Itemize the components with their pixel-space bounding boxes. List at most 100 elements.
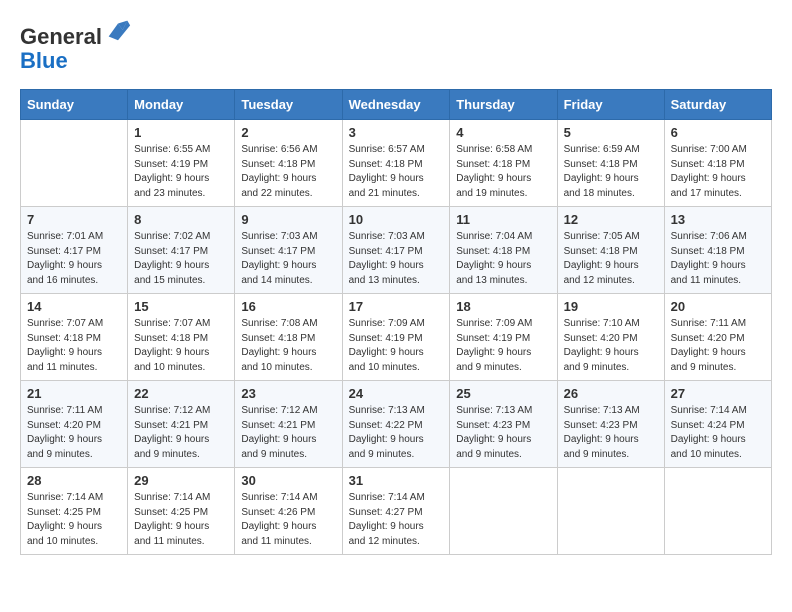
day-info: Sunrise: 7:14 AMSunset: 4:26 PMDaylight:… — [241, 491, 335, 549]
day-number: 9 — [241, 212, 335, 227]
day-info: Sunrise: 6:57 AMSunset: 4:18 PMDaylight:… — [349, 143, 444, 201]
day-info: Sunrise: 6:55 AMSunset: 4:19 PMDaylight:… — [134, 143, 228, 201]
calendar-cell — [664, 468, 771, 555]
day-info: Sunrise: 7:13 AMSunset: 4:23 PMDaylight:… — [564, 404, 658, 462]
day-info: Sunrise: 7:04 AMSunset: 4:18 PMDaylight:… — [456, 230, 550, 288]
day-info: Sunrise: 7:09 AMSunset: 4:19 PMDaylight:… — [349, 317, 444, 375]
day-info: Sunrise: 7:03 AMSunset: 4:17 PMDaylight:… — [241, 230, 335, 288]
calendar-cell: 29 Sunrise: 7:14 AMSunset: 4:25 PMDayligh… — [128, 468, 235, 555]
day-number: 19 — [564, 299, 658, 314]
calendar-cell: 11 Sunrise: 7:04 AMSunset: 4:18 PMDayligh… — [450, 207, 557, 294]
calendar-cell: 22Sunrise: 7:12 AMSunset: 4:21 PMDayligh… — [128, 381, 235, 468]
day-info: Sunrise: 7:00 AMSunset: 4:18 PMDaylight:… — [671, 143, 765, 201]
column-header-friday: Friday — [557, 90, 664, 120]
calendar-cell: 25 Sunrise: 7:13 AMSunset: 4:23 PMDayligh… — [450, 381, 557, 468]
column-header-tuesday: Tuesday — [235, 90, 342, 120]
calendar-cell: 23 Sunrise: 7:12 AMSunset: 4:21 PMDayligh… — [235, 381, 342, 468]
day-info: Sunrise: 6:58 AMSunset: 4:18 PMDaylight:… — [456, 143, 550, 201]
column-header-saturday: Saturday — [664, 90, 771, 120]
day-number: 12 — [564, 212, 658, 227]
day-info: Sunrise: 6:56 AMSunset: 4:18 PMDaylight:… — [241, 143, 335, 201]
day-number: 30 — [241, 473, 335, 488]
day-number: 7 — [27, 212, 121, 227]
calendar-week-4: 21 Sunrise: 7:11 AMSunset: 4:20 PMDayligh… — [21, 381, 772, 468]
day-info: Sunrise: 7:11 AMSunset: 4:20 PMDaylight:… — [27, 404, 121, 462]
day-number: 11 — [456, 212, 550, 227]
day-number: 14 — [27, 299, 121, 314]
day-number: 13 — [671, 212, 765, 227]
calendar-cell: 21 Sunrise: 7:11 AMSunset: 4:20 PMDayligh… — [21, 381, 128, 468]
day-number: 16 — [241, 299, 335, 314]
day-number: 20 — [671, 299, 765, 314]
calendar-cell: 16 Sunrise: 7:08 AMSunset: 4:18 PMDayligh… — [235, 294, 342, 381]
day-number: 17 — [349, 299, 444, 314]
day-info: Sunrise: 7:14 AMSunset: 4:24 PMDaylight:… — [671, 404, 765, 462]
day-info: Sunrise: 7:12 AMSunset: 4:21 PMDaylight:… — [241, 404, 335, 462]
calendar-cell: 12Sunrise: 7:05 AMSunset: 4:18 PMDayligh… — [557, 207, 664, 294]
logo-general: General — [20, 24, 102, 49]
day-number: 21 — [27, 386, 121, 401]
day-number: 29 — [134, 473, 228, 488]
day-info: Sunrise: 7:10 AMSunset: 4:20 PMDaylight:… — [564, 317, 658, 375]
calendar-week-5: 28 Sunrise: 7:14 AMSunset: 4:25 PMDayligh… — [21, 468, 772, 555]
day-info: Sunrise: 7:14 AMSunset: 4:25 PMDaylight:… — [134, 491, 228, 549]
day-info: Sunrise: 7:09 AMSunset: 4:19 PMDaylight:… — [456, 317, 550, 375]
calendar-header-row: SundayMondayTuesdayWednesdayThursdayFrid… — [21, 90, 772, 120]
calendar-cell: 31 Sunrise: 7:14 AMSunset: 4:27 PMDayligh… — [342, 468, 450, 555]
day-number: 1 — [134, 125, 228, 140]
day-info: Sunrise: 7:02 AMSunset: 4:17 PMDaylight:… — [134, 230, 228, 288]
day-info: Sunrise: 7:12 AMSunset: 4:21 PMDaylight:… — [134, 404, 228, 462]
day-number: 23 — [241, 386, 335, 401]
column-header-monday: Monday — [128, 90, 235, 120]
calendar-body: 1 Sunrise: 6:55 AMSunset: 4:19 PMDaylight… — [21, 120, 772, 555]
calendar-cell: 10 Sunrise: 7:03 AMSunset: 4:17 PMDayligh… — [342, 207, 450, 294]
page-header: General Blue — [20, 20, 772, 73]
day-number: 6 — [671, 125, 765, 140]
calendar-cell: 30 Sunrise: 7:14 AMSunset: 4:26 PMDayligh… — [235, 468, 342, 555]
day-number: 25 — [456, 386, 550, 401]
calendar-cell: 24 Sunrise: 7:13 AMSunset: 4:22 PMDayligh… — [342, 381, 450, 468]
calendar-week-3: 14 Sunrise: 7:07 AMSunset: 4:18 PMDayligh… — [21, 294, 772, 381]
calendar-cell: 2Sunrise: 6:56 AMSunset: 4:18 PMDaylight… — [235, 120, 342, 207]
calendar-cell — [21, 120, 128, 207]
calendar-cell: 15Sunrise: 7:07 AMSunset: 4:18 PMDayligh… — [128, 294, 235, 381]
calendar-cell: 19 Sunrise: 7:10 AMSunset: 4:20 PMDayligh… — [557, 294, 664, 381]
day-info: Sunrise: 7:13 AMSunset: 4:23 PMDaylight:… — [456, 404, 550, 462]
calendar-cell: 9 Sunrise: 7:03 AMSunset: 4:17 PMDaylight… — [235, 207, 342, 294]
day-number: 5 — [564, 125, 658, 140]
logo-blue: Blue — [20, 48, 68, 73]
calendar-cell: 13Sunrise: 7:06 AMSunset: 4:18 PMDayligh… — [664, 207, 771, 294]
day-info: Sunrise: 7:08 AMSunset: 4:18 PMDaylight:… — [241, 317, 335, 375]
column-header-thursday: Thursday — [450, 90, 557, 120]
day-info: Sunrise: 7:11 AMSunset: 4:20 PMDaylight:… — [671, 317, 765, 375]
day-info: Sunrise: 7:13 AMSunset: 4:22 PMDaylight:… — [349, 404, 444, 462]
calendar-cell: 26 Sunrise: 7:13 AMSunset: 4:23 PMDayligh… — [557, 381, 664, 468]
day-info: Sunrise: 7:14 AMSunset: 4:25 PMDaylight:… — [27, 491, 121, 549]
logo: General Blue — [20, 20, 132, 73]
day-number: 24 — [349, 386, 444, 401]
day-number: 31 — [349, 473, 444, 488]
day-number: 3 — [349, 125, 444, 140]
calendar-table: SundayMondayTuesdayWednesdayThursdayFrid… — [20, 89, 772, 555]
calendar-cell: 6 Sunrise: 7:00 AMSunset: 4:18 PMDaylight… — [664, 120, 771, 207]
calendar-week-1: 1 Sunrise: 6:55 AMSunset: 4:19 PMDaylight… — [21, 120, 772, 207]
calendar-cell: 28 Sunrise: 7:14 AMSunset: 4:25 PMDayligh… — [21, 468, 128, 555]
calendar-cell: 20 Sunrise: 7:11 AMSunset: 4:20 PMDayligh… — [664, 294, 771, 381]
calendar-cell — [450, 468, 557, 555]
day-number: 18 — [456, 299, 550, 314]
calendar-week-2: 7Sunrise: 7:01 AMSunset: 4:17 PMDaylight… — [21, 207, 772, 294]
calendar-cell: 1 Sunrise: 6:55 AMSunset: 4:19 PMDaylight… — [128, 120, 235, 207]
day-number: 27 — [671, 386, 765, 401]
calendar-cell: 4Sunrise: 6:58 AMSunset: 4:18 PMDaylight… — [450, 120, 557, 207]
calendar-cell: 5Sunrise: 6:59 AMSunset: 4:18 PMDaylight… — [557, 120, 664, 207]
day-number: 10 — [349, 212, 444, 227]
day-info: Sunrise: 7:14 AMSunset: 4:27 PMDaylight:… — [349, 491, 444, 549]
day-number: 8 — [134, 212, 228, 227]
day-number: 28 — [27, 473, 121, 488]
day-info: Sunrise: 7:07 AMSunset: 4:18 PMDaylight:… — [134, 317, 228, 375]
day-number: 26 — [564, 386, 658, 401]
column-header-sunday: Sunday — [21, 90, 128, 120]
calendar-cell: 8 Sunrise: 7:02 AMSunset: 4:17 PMDaylight… — [128, 207, 235, 294]
calendar-cell: 14Sunrise: 7:07 AMSunset: 4:18 PMDayligh… — [21, 294, 128, 381]
day-info: Sunrise: 7:03 AMSunset: 4:17 PMDaylight:… — [349, 230, 444, 288]
